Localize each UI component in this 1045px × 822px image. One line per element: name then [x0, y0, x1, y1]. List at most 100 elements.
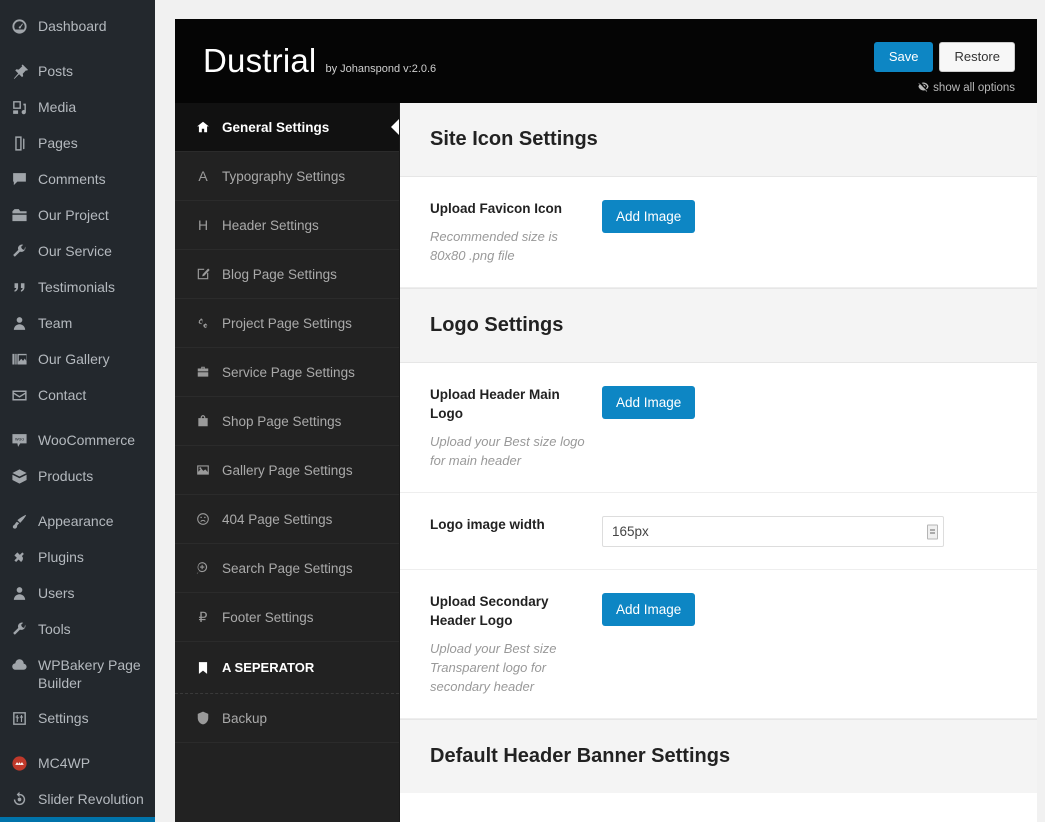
- sidebar-divider: [0, 494, 155, 503]
- sidebar-item-woocommerce[interactable]: woo WooCommerce: [0, 422, 155, 458]
- sidebar-item-label: Team: [38, 315, 73, 331]
- options-nav-item-blog-page-settings[interactable]: Blog Page Settings: [175, 250, 399, 299]
- sidebar-item-label: Testimonials: [38, 279, 116, 295]
- dashboard-icon: [9, 16, 29, 36]
- options-nav-item-404-page-settings[interactable]: 404 Page Settings: [175, 495, 399, 544]
- sidebar-item-label: MC4WP: [38, 755, 91, 771]
- sidebar-item-label: Plugins: [38, 549, 84, 565]
- options-nav-item-project-page-settings[interactable]: Project Page Settings: [175, 299, 399, 348]
- envelope-icon: [9, 385, 29, 405]
- show-all-options-label: show all options: [933, 82, 1015, 94]
- sidebar-item-contact[interactable]: Contact: [0, 377, 155, 413]
- sidebar-item-our-gallery[interactable]: Our Gallery: [0, 341, 155, 377]
- wrench-icon: [9, 241, 29, 261]
- sidebar-item-label: Media: [38, 99, 77, 115]
- sidebar-item-tools[interactable]: Tools: [0, 611, 155, 647]
- field-label: Logo image width: [430, 517, 545, 532]
- section-title: Logo Settings: [430, 314, 564, 336]
- section-header: Logo Settings: [400, 288, 1037, 363]
- field-control: Add Image: [602, 385, 1007, 470]
- options-nav-label: 404 Page Settings: [222, 511, 333, 527]
- sidebar-item-users[interactable]: Users: [0, 575, 155, 611]
- sidebar-item-label: WooCommerce: [38, 432, 135, 448]
- media-icon: [9, 97, 29, 117]
- add-image-button[interactable]: Add Image: [602, 386, 696, 419]
- wordpress-admin-screen: Dashboard Posts Media Pages Comments Our Proj…: [0, 0, 1045, 822]
- section-header: Site Icon Settings: [400, 103, 1037, 177]
- sidebar-item-label: Our Project: [38, 207, 109, 223]
- field-description: Recommended size is 80x80 .png file: [430, 229, 558, 263]
- field-row: Upload Favicon Icon Recommended size is 8…: [400, 177, 1037, 288]
- field-row: Upload Secondary Header Logo Upload your …: [400, 570, 1037, 719]
- sidebar-item-appearance[interactable]: Appearance: [0, 503, 155, 539]
- comment-icon: [9, 169, 29, 189]
- sidebar-item-plugins[interactable]: Plugins: [0, 539, 155, 575]
- options-nav-item-service-page-settings[interactable]: Service Page Settings: [175, 348, 399, 397]
- options-nav-item-general-settings[interactable]: General Settings: [175, 103, 399, 152]
- options-nav-label: Typography Settings: [222, 168, 346, 184]
- options-nav-item-header-settings[interactable]: H Header Settings: [175, 201, 399, 250]
- options-nav-item-search-page-settings[interactable]: Search Page Settings: [175, 544, 399, 593]
- options-nav-label: Project Page Settings: [222, 315, 352, 331]
- frown-face-icon: [193, 512, 213, 526]
- sidebar-item-our-service[interactable]: Our Service: [0, 233, 155, 269]
- field-label-block: Logo image width: [430, 515, 602, 547]
- sidebar-item-pages[interactable]: Pages: [0, 125, 155, 161]
- add-image-button[interactable]: Add Image: [602, 593, 696, 626]
- user-icon: [9, 313, 29, 333]
- sidebar-item-comments[interactable]: Comments: [0, 161, 155, 197]
- add-image-button[interactable]: Add Image: [602, 200, 696, 233]
- home-icon: [193, 120, 213, 134]
- next-section-title: Default Header Banner Settings: [430, 745, 731, 767]
- logo-width-input[interactable]: [602, 516, 944, 547]
- options-nav-item-typography-settings[interactable]: A Typography Settings: [175, 152, 399, 201]
- sidebar-item-label: Posts: [38, 63, 74, 79]
- sidebar-item-settings[interactable]: Settings: [0, 700, 155, 736]
- show-all-options-link[interactable]: show all options: [918, 81, 1015, 95]
- sidebar-item-theme-options[interactable]: Theme Options: [0, 817, 155, 822]
- edit-square-icon: [193, 267, 213, 281]
- options-nav-item-backup[interactable]: Backup: [175, 694, 399, 743]
- sidebar-item-posts[interactable]: Posts: [0, 53, 155, 89]
- theme-options-nav: General Settings A Typography Settings H Hea…: [175, 103, 400, 822]
- shield-icon: [193, 711, 213, 725]
- section-title: Site Icon Settings: [430, 128, 598, 150]
- field-label: Upload Header Main Logo: [430, 387, 560, 421]
- sidebar-item-media[interactable]: Media: [0, 89, 155, 125]
- sidebar-item-wpbakery-page-builder[interactable]: WPBakery Page Builder: [0, 647, 155, 700]
- theme-title: Dustrial: [203, 42, 317, 79]
- field-description: Upload your Best size Transparent logo f…: [430, 641, 557, 694]
- panel-body: General Settings A Typography Settings H Hea…: [175, 103, 1037, 822]
- sidebar-item-testimonials[interactable]: Testimonials: [0, 269, 155, 305]
- field-label-block: Upload Header Main Logo Upload your Best …: [430, 385, 602, 470]
- layout-gap: [155, 0, 175, 822]
- slider-revolution-icon: [9, 789, 29, 809]
- shopping-bag-icon: [193, 414, 213, 428]
- options-nav-item-gallery-page-settings[interactable]: Gallery Page Settings: [175, 446, 399, 495]
- theme-options-panel: Dustrial by Johanspond v:2.0.6 Save Rest…: [175, 19, 1037, 822]
- theme-subtitle: by Johanspond v:2.0.6: [325, 63, 437, 75]
- field-description: Upload your Best size logo for main head…: [430, 434, 585, 468]
- sidebar-item-our-project[interactable]: Our Project: [0, 197, 155, 233]
- sidebar-divider: [0, 413, 155, 422]
- sidebar-item-slider-revolution[interactable]: Slider Revolution: [0, 781, 155, 817]
- sidebar-item-products[interactable]: Products: [0, 458, 155, 494]
- sidebar-item-dashboard[interactable]: Dashboard: [0, 8, 155, 44]
- letter-a-icon: A: [198, 168, 208, 184]
- options-nav-item-footer-settings[interactable]: ₽ Footer Settings: [175, 593, 399, 642]
- portfolio-icon: [9, 205, 29, 225]
- options-nav-label: General Settings: [222, 119, 330, 135]
- save-button[interactable]: Save: [873, 42, 934, 72]
- next-section-header-partial: Default Header Banner Settings: [400, 719, 1037, 793]
- panel-header: Dustrial by Johanspond v:2.0.6 Save Rest…: [175, 19, 1037, 103]
- options-nav-label: Blog Page Settings: [222, 266, 337, 282]
- cloud-icon: [9, 655, 29, 675]
- input-stepper-icon[interactable]: [927, 524, 938, 539]
- options-nav-item-shop-page-settings[interactable]: Shop Page Settings: [175, 397, 399, 446]
- sidebar-item-label: Users: [38, 585, 75, 601]
- sidebar-item-team[interactable]: Team: [0, 305, 155, 341]
- sidebar-item-mc4wp[interactable]: MC4WP: [0, 745, 155, 781]
- theme-options-content: Site Icon Settings Upload Favicon Icon Rec…: [400, 103, 1037, 822]
- restore-button[interactable]: Restore: [939, 42, 1015, 72]
- search-plus-icon: [193, 561, 213, 575]
